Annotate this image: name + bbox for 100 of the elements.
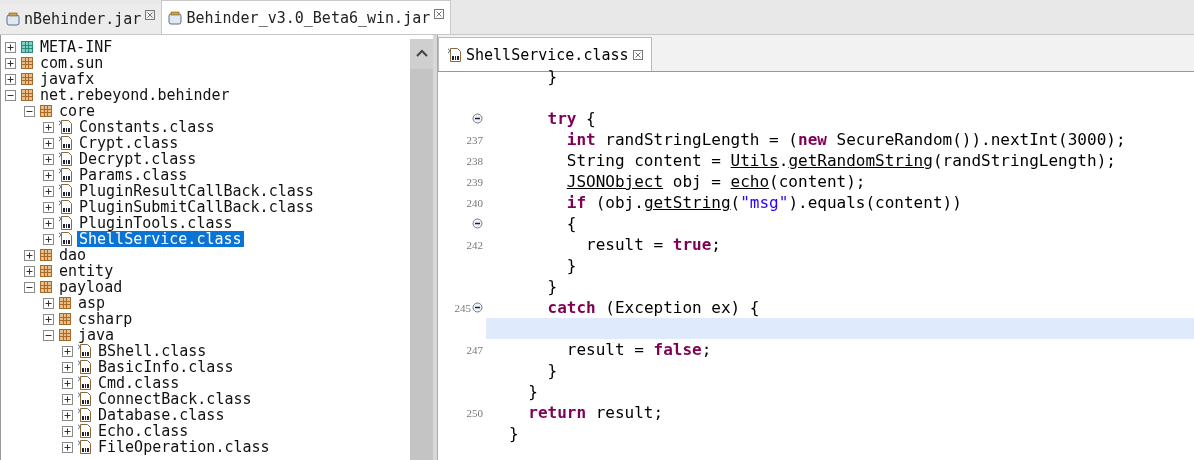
class-file-icon [77, 359, 92, 375]
expander-icon[interactable] [5, 89, 16, 101]
tree-item[interactable]: Echo.class [96, 423, 191, 439]
line-number: 237 [466, 133, 483, 146]
package-icon [39, 248, 53, 262]
tree-item[interactable]: payload [57, 279, 125, 295]
tree-item[interactable]: ShellService.class [77, 231, 244, 247]
tree-item[interactable]: net.rebeyond.behinder [38, 87, 232, 103]
expander-icon[interactable] [24, 105, 35, 117]
class-file-icon [58, 183, 73, 199]
line-number: 238 [466, 154, 483, 167]
tree-item[interactable]: PluginResultCallBack.class [77, 183, 316, 199]
expander-icon[interactable] [43, 201, 54, 213]
code-line: result = false; [565, 339, 713, 360]
expander-icon[interactable] [62, 425, 73, 437]
tree-item[interactable]: entity [57, 263, 116, 279]
expander-icon[interactable] [43, 185, 54, 197]
expander-icon[interactable] [62, 441, 73, 453]
class-file-icon [77, 343, 92, 359]
expander-icon[interactable] [43, 153, 54, 165]
tree-item[interactable]: ConnectBack.class [96, 391, 254, 407]
code-line: } [546, 276, 559, 297]
tree-item[interactable]: Decrypt.class [77, 151, 199, 167]
line-number: 245 [454, 301, 471, 314]
code-line: try { [546, 108, 597, 129]
code-line: if (obj.getString("msg").equals(content)) [565, 192, 963, 213]
class-file-icon [58, 231, 73, 247]
tree-item[interactable]: Database.class [96, 407, 227, 423]
close-icon[interactable] [434, 8, 445, 19]
close-icon[interactable] [145, 10, 156, 20]
line-number: 240 [466, 196, 483, 209]
expander-icon[interactable] [5, 41, 16, 53]
tree-item[interactable]: Crypt.class [77, 135, 181, 151]
code-line: result = true; [585, 234, 722, 255]
tree-item[interactable]: dao [57, 247, 89, 263]
tree-item[interactable]: FileOperation.class [96, 439, 272, 455]
tree-item[interactable]: core [57, 103, 98, 119]
code-line: JSONObject obj = echo(content); [565, 171, 867, 192]
expander-icon[interactable] [24, 249, 35, 261]
expander-icon[interactable] [43, 137, 54, 149]
fold-icon[interactable] [472, 302, 483, 313]
jar-icon [168, 10, 183, 25]
close-icon[interactable] [632, 49, 643, 60]
tree-item[interactable]: javafx [38, 71, 97, 87]
code-line: int randStringLength = (new SecureRandom()).nextInt(3000); [565, 129, 1127, 150]
class-file-icon [58, 199, 73, 215]
tree-item[interactable]: Params.class [77, 167, 190, 183]
expander-icon[interactable] [24, 265, 35, 277]
code-line: return result; [527, 402, 665, 423]
tree-item[interactable]: Constants.class [77, 119, 217, 135]
class-file-icon [447, 46, 462, 63]
tree-item[interactable]: BShell.class [96, 343, 209, 359]
code-line: } [508, 423, 520, 444]
expander-icon[interactable] [43, 233, 54, 245]
class-file-icon [58, 119, 73, 135]
tree-item[interactable]: BasicInfo.class [96, 359, 236, 375]
scroll-up-icon[interactable] [415, 49, 428, 57]
expander-icon[interactable] [62, 361, 73, 373]
tree-item[interactable]: asp [76, 295, 108, 311]
expander-icon[interactable] [43, 297, 54, 309]
package-icon [20, 56, 34, 70]
file-tab[interactable]: Behinder_v3.0_Beta6_win.jar [161, 0, 452, 34]
tree-item[interactable]: com.sun [38, 55, 106, 71]
package-icon [39, 264, 53, 278]
editor-tab[interactable]: ShellService.class [438, 37, 652, 71]
class-file-icon [58, 215, 73, 231]
package-icon [20, 88, 34, 102]
class-file-icon [77, 407, 92, 423]
tree-item[interactable]: csharp [76, 311, 135, 327]
code-line: String content = Utils.getRandomString(randStringLength); [565, 150, 1117, 171]
expander-icon[interactable] [5, 73, 16, 85]
class-file-icon [77, 375, 92, 391]
tree-item[interactable]: META-INF [38, 39, 115, 55]
tree-item[interactable]: PluginSubmitCallBack.class [77, 199, 316, 215]
expander-icon[interactable] [43, 313, 54, 325]
tree-item[interactable]: PluginTools.class [77, 215, 235, 231]
package-icon [39, 280, 53, 294]
expander-icon[interactable] [62, 345, 73, 357]
fold-icon[interactable] [472, 113, 483, 124]
line-number: 250 [466, 406, 483, 419]
package-icon [58, 312, 72, 326]
expander-icon[interactable] [62, 377, 73, 389]
class-file-icon [77, 439, 92, 455]
expander-icon[interactable] [62, 393, 73, 405]
expander-icon[interactable] [24, 281, 35, 293]
expander-icon[interactable] [43, 121, 54, 133]
expander-icon[interactable] [43, 217, 54, 229]
code-line: } [546, 360, 559, 381]
class-file-icon [77, 391, 92, 407]
line-number: 239 [466, 175, 483, 188]
expander-icon[interactable] [43, 329, 54, 341]
expander-icon[interactable] [5, 57, 16, 69]
line-number: 247 [466, 343, 483, 356]
fold-icon[interactable] [472, 218, 483, 229]
tree-item[interactable]: Cmd.class [96, 375, 182, 391]
expander-icon[interactable] [43, 169, 54, 181]
expander-icon[interactable] [62, 409, 73, 421]
file-tab[interactable]: nBehinder.jar [0, 4, 162, 34]
tree-item[interactable]: java [76, 327, 117, 343]
class-file-icon [58, 135, 73, 151]
